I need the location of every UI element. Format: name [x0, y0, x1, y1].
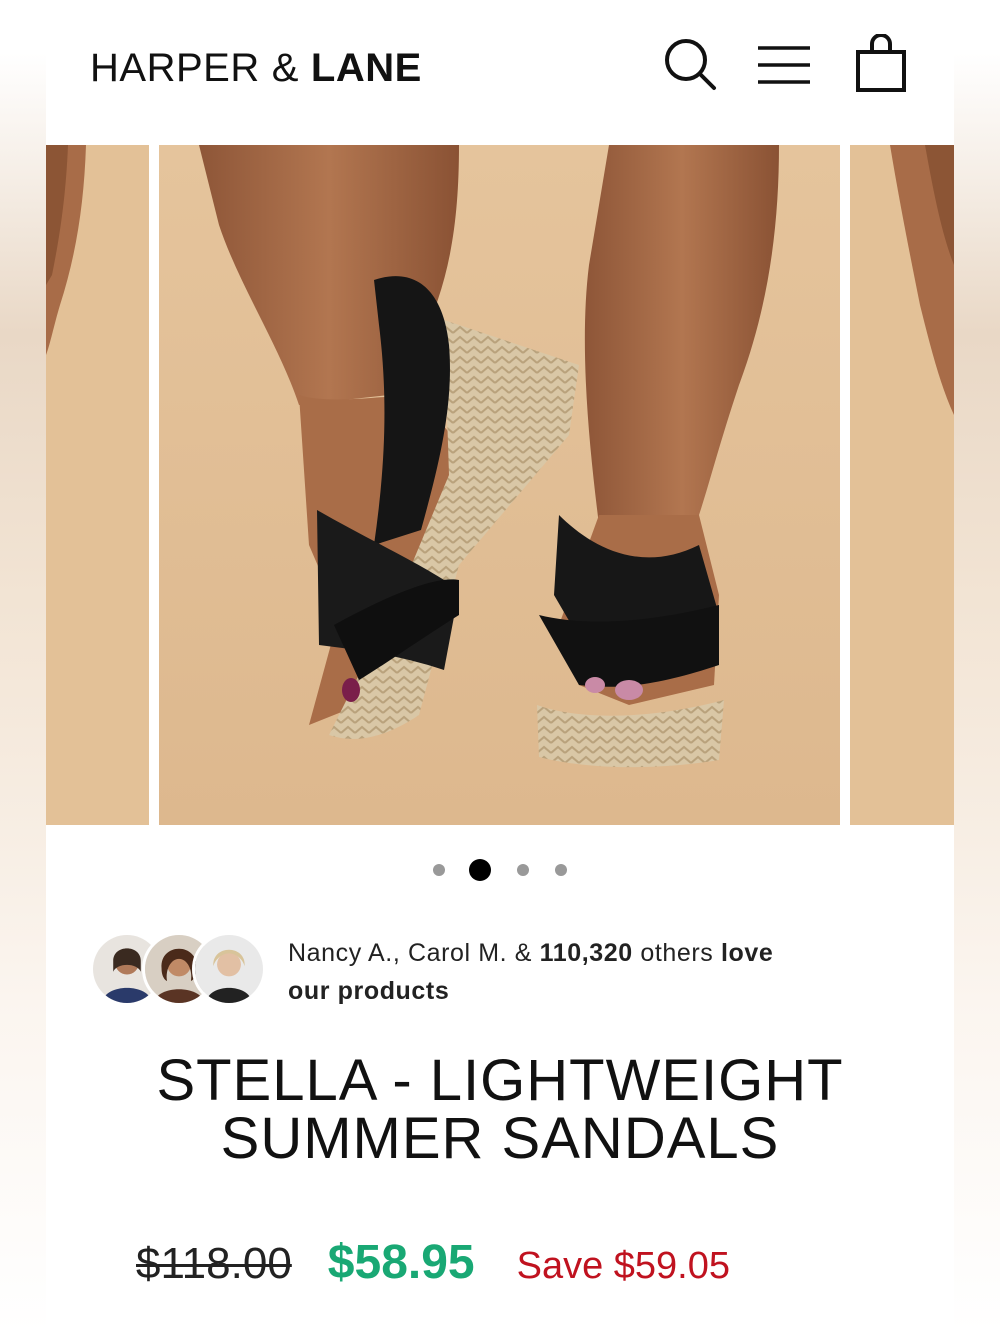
avatar [192, 932, 266, 1006]
customer-avatars [90, 932, 270, 1006]
search-icon[interactable] [660, 34, 720, 94]
brand-logo[interactable]: HARPER & LANE [90, 44, 422, 92]
brand-name-part2: LANE [310, 45, 422, 90]
site-header: HARPER & LANE [46, 0, 954, 145]
carousel-dot[interactable] [433, 864, 445, 876]
customer-count: 110,320 [539, 939, 633, 967]
cart-icon[interactable] [852, 34, 912, 94]
savings-label: Save $59.05 [516, 1245, 731, 1287]
price-block: $118.00 $58.95 Save $59.05 [136, 1235, 730, 1299]
product-image-carousel[interactable] [46, 145, 954, 825]
brand-ampersand: & [271, 45, 299, 90]
products-label: our products [288, 977, 450, 1005]
carousel-slide-previous[interactable] [46, 145, 149, 825]
carousel-slide-next[interactable] [850, 145, 954, 825]
reviewer-names: Nancy A., Carol M. & [288, 939, 533, 967]
social-proof: Nancy A., Carol M. & 110,320 others love… [90, 930, 920, 1010]
carousel-slide-main-sandals-photo[interactable] [159, 145, 840, 825]
social-proof-text: Nancy A., Carol M. & 110,320 others love… [288, 934, 928, 1010]
love-label: love [720, 939, 774, 967]
product-title-line1: STELLA - LIGHTWEIGHT [156, 1048, 844, 1113]
brand-name-part1: HARPER [90, 45, 260, 90]
product-title: STELLA - LIGHTWEIGHT SUMMER SANDALS [46, 1052, 954, 1168]
product-title-line2: SUMMER SANDALS [220, 1106, 780, 1171]
product-page: HARPER & LANE Nancy A., Carol M. & 110,3… [46, 0, 954, 1333]
carousel-dot[interactable] [555, 864, 567, 876]
original-price: $118.00 [136, 1239, 292, 1288]
carousel-dot[interactable] [517, 864, 529, 876]
others-label: others [640, 939, 714, 967]
carousel-pagination [46, 858, 954, 882]
carousel-dot-active[interactable] [469, 859, 491, 881]
menu-icon[interactable] [754, 34, 814, 94]
sale-price: $58.95 [327, 1236, 475, 1289]
